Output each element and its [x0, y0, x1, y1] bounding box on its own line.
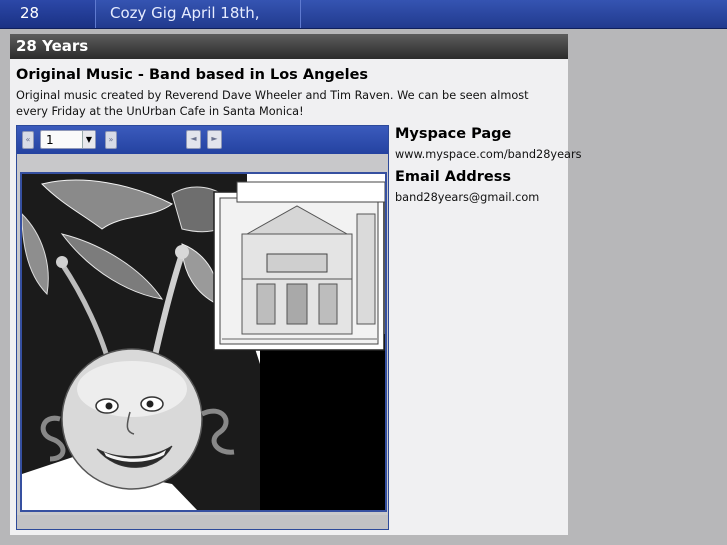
gallery-strip: [17, 154, 388, 170]
email-link[interactable]: band28years@gmail.com: [395, 191, 539, 204]
band-description: Original music created by Reverend Dave …: [16, 89, 529, 118]
tab-cozy-gig[interactable]: Cozy Gig April 18th, 2009: [96, 0, 301, 49]
gallery-footer: [17, 515, 388, 529]
gallery-image[interactable]: [20, 172, 387, 512]
panel-header: 28 Years: [10, 34, 568, 59]
image-gallery: « 1 ▼ » ◄ ►: [16, 125, 389, 530]
tab-28-years[interactable]: 28 Years: [0, 0, 96, 49]
next-image-icon[interactable]: ►: [207, 130, 222, 149]
email-heading: Email Address: [395, 169, 512, 185]
page-select-value: 1: [46, 133, 54, 147]
previous-image-icon[interactable]: ◄: [186, 130, 201, 149]
band-artwork-illustration: [22, 174, 385, 510]
myspace-heading: Myspace Page: [395, 126, 512, 142]
first-page-icon[interactable]: «: [22, 131, 34, 149]
myspace-link[interactable]: www.myspace.com/band28years: [395, 148, 582, 161]
band-title: Original Music - Band based in Los Angel…: [16, 67, 369, 83]
chevron-down-icon: ▼: [82, 131, 95, 148]
top-tab-bar: 28 Years Cozy Gig April 18th, 2009: [0, 0, 727, 49]
page-select[interactable]: 1 ▼: [40, 130, 96, 149]
last-page-icon[interactable]: »: [105, 131, 117, 149]
gallery-toolbar: « 1 ▼ » ◄ ►: [17, 126, 388, 154]
main-panel: 28 Years Original Music - Band based in …: [10, 34, 582, 535]
